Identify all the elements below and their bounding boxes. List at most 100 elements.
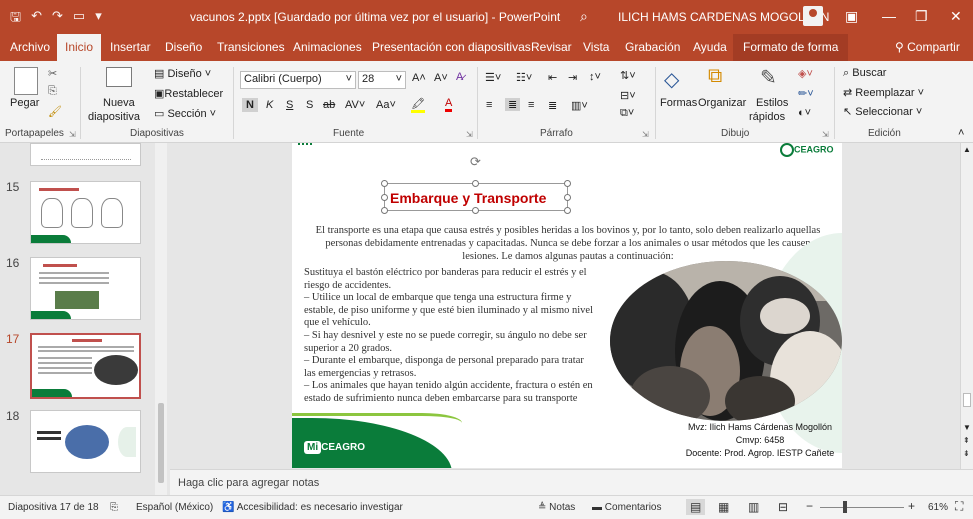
- comments-button[interactable]: ▬ Comentarios: [592, 502, 661, 513]
- resize-handle[interactable]: [564, 207, 571, 214]
- copy-icon[interactable]: ⎘: [48, 85, 57, 98]
- numbering-icon[interactable]: ☷˅: [516, 71, 532, 84]
- zoom-slider[interactable]: [820, 507, 904, 508]
- notes-pane[interactable]: Haga clic para agregar notas: [170, 469, 973, 495]
- new-slide-label-1[interactable]: Nueva: [103, 97, 135, 109]
- font-color-icon[interactable]: A: [445, 97, 453, 112]
- quick-styles-label-1[interactable]: Estilos: [756, 97, 788, 109]
- slide-canvas[interactable]: CEAGRO ⟳ Embarque y Transporte El transp…: [292, 143, 842, 468]
- layout-button[interactable]: ▤ Diseño ˅: [154, 67, 211, 80]
- credits-text[interactable]: Mvz: Ilich Hams Cárdenas Mogollón Cmvp: …: [682, 421, 838, 460]
- thumbnail-scrollbar[interactable]: [155, 143, 167, 495]
- new-slide-label-2[interactable]: diapositiva: [88, 111, 140, 123]
- presentation-icon[interactable]: ▭: [73, 8, 85, 30]
- tab-archivo[interactable]: Archivo: [10, 40, 50, 54]
- zoom-slider-thumb[interactable]: [843, 501, 847, 513]
- slide-bullet-list[interactable]: Sustituya el bastón eléctrico por bander…: [304, 267, 594, 406]
- redo-icon[interactable]: ↷: [52, 8, 63, 30]
- ribbon-display-icon[interactable]: ▣: [845, 8, 858, 25]
- spelling-icon[interactable]: ⎘: [110, 502, 118, 513]
- search-icon[interactable]: ⌕: [580, 8, 588, 25]
- tab-animaciones[interactable]: Animaciones: [293, 40, 362, 54]
- new-slide-icon[interactable]: [106, 67, 132, 87]
- resize-handle[interactable]: [564, 194, 571, 201]
- minimize-icon[interactable]: —: [882, 8, 896, 24]
- arrange-button[interactable]: Organizar: [698, 97, 746, 109]
- zoom-in-icon[interactable]: +: [908, 499, 915, 513]
- grow-font-icon[interactable]: A˄: [412, 72, 426, 84]
- resize-handle[interactable]: [381, 207, 388, 214]
- columns-icon[interactable]: ▥˅: [571, 99, 588, 112]
- shape-outline-icon[interactable]: ✏˅: [798, 87, 814, 100]
- share-button[interactable]: ⚲ Compartir: [895, 40, 960, 54]
- shrink-font-icon[interactable]: A˅: [434, 72, 448, 84]
- notes-button[interactable]: ≜ Notas: [538, 502, 575, 513]
- italic-button[interactable]: K: [266, 99, 273, 111]
- shape-fill-icon[interactable]: ◈˅: [798, 67, 813, 80]
- shapes-button[interactable]: Formas: [660, 97, 697, 109]
- justify-icon[interactable]: ≣: [548, 99, 557, 112]
- smartart-icon[interactable]: ⧉˅: [620, 107, 634, 120]
- highlight-icon[interactable]: 🖍: [411, 97, 425, 113]
- shapes-icon[interactable]: ◇: [664, 67, 679, 92]
- slide-thumbnail-17[interactable]: [30, 333, 141, 399]
- tab-inicio[interactable]: Inicio: [57, 34, 102, 61]
- tab-insertar[interactable]: Insertar: [110, 40, 151, 54]
- slide-thumbnail-14[interactable]: [30, 143, 141, 166]
- scrollbar-thumb[interactable]: [963, 393, 971, 407]
- reading-view-icon[interactable]: ▥: [748, 500, 759, 514]
- select-button[interactable]: ↖ Seleccionar ˅: [843, 105, 922, 118]
- font-name-dropdown[interactable]: Calibri (Cuerpo) ˅: [240, 71, 356, 89]
- resize-handle[interactable]: [472, 180, 479, 187]
- accessibility-status[interactable]: ♿ Accesibilidad: es necesario investigar: [222, 502, 403, 513]
- resize-handle[interactable]: [472, 207, 479, 214]
- fit-slide-icon[interactable]: ⛶: [955, 499, 963, 514]
- clipboard-launcher-icon[interactable]: ⇲: [69, 130, 76, 139]
- line-spacing-icon[interactable]: ↕˅: [589, 71, 601, 83]
- align-text-icon[interactable]: ⊟˅: [620, 89, 636, 102]
- avatar[interactable]: [803, 6, 823, 26]
- tab-presentacion[interactable]: Presentación con diapositivas: [372, 40, 531, 54]
- clear-format-icon[interactable]: A̷: [456, 71, 463, 83]
- slide-thumbnail-16[interactable]: [30, 257, 141, 320]
- slide-sorter-icon[interactable]: ▦: [718, 500, 729, 514]
- drawing-launcher-icon[interactable]: ⇲: [822, 130, 829, 139]
- slideshow-icon[interactable]: ⊟: [778, 500, 788, 514]
- tab-revisar[interactable]: Revisar: [531, 40, 572, 54]
- character-spacing-button[interactable]: AV˅: [345, 99, 365, 111]
- shape-effects-icon[interactable]: ◐˅: [798, 107, 811, 119]
- notes-placeholder[interactable]: Haga clic para agregar notas: [178, 477, 319, 489]
- paragraph-launcher-icon[interactable]: ⇲: [642, 130, 649, 139]
- language-status[interactable]: Español (México): [136, 502, 213, 513]
- text-direction-icon[interactable]: ⇅˅: [620, 69, 636, 82]
- underline-button[interactable]: S: [286, 99, 293, 111]
- scroll-down-icon[interactable]: ▼: [963, 423, 971, 432]
- previous-slide-icon[interactable]: ⇞: [963, 436, 970, 445]
- align-left-icon[interactable]: ≡: [486, 99, 492, 111]
- resize-handle[interactable]: [381, 194, 388, 201]
- replace-button[interactable]: ⇄ Reemplazar ˅: [843, 86, 924, 99]
- rotate-handle-icon[interactable]: ⟳: [470, 154, 481, 170]
- slide-title[interactable]: Embarque y Transporte: [390, 190, 546, 206]
- zoom-out-icon[interactable]: −: [806, 499, 813, 513]
- tab-formato-de-forma[interactable]: Formato de forma: [733, 34, 849, 61]
- tab-diseno[interactable]: Diseño: [165, 40, 202, 54]
- tab-transiciones[interactable]: Transiciones: [217, 40, 285, 54]
- bold-button[interactable]: N: [242, 98, 258, 112]
- next-slide-icon[interactable]: ⇟: [963, 449, 970, 458]
- zoom-level[interactable]: 61%: [928, 502, 948, 513]
- tab-vista[interactable]: Vista: [583, 40, 609, 54]
- decrease-indent-icon[interactable]: ⇤: [548, 71, 557, 84]
- scroll-up-icon[interactable]: ▲: [963, 145, 971, 154]
- normal-view-icon[interactable]: ▤: [686, 499, 706, 515]
- section-button[interactable]: ▭ Sección ˅: [154, 107, 216, 120]
- slide-thumbnail-18[interactable]: [30, 410, 141, 473]
- arrange-icon[interactable]: ⧉: [708, 65, 722, 88]
- cut-icon[interactable]: ✂: [48, 67, 57, 80]
- change-case-button[interactable]: Aa˅: [376, 99, 396, 111]
- undo-icon[interactable]: ↶: [31, 8, 42, 30]
- cattle-photo[interactable]: [610, 261, 842, 421]
- user-name[interactable]: ILICH HAMS CARDENAS MOGOLLON: [618, 10, 829, 24]
- strikethrough-button[interactable]: ab: [323, 99, 335, 111]
- resize-handle[interactable]: [381, 180, 388, 187]
